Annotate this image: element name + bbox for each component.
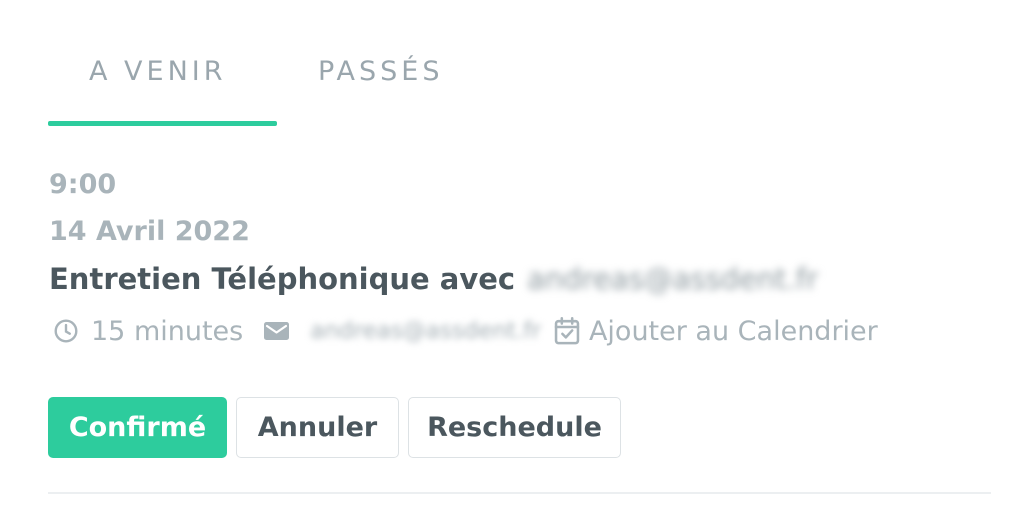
active-tab-indicator [48,121,277,126]
appointment-title-text: Entretien Téléphonique avec [49,262,516,296]
appointment-date: 14 Avril 2022 [49,216,250,247]
confirm-button[interactable]: Confirmé [48,397,227,458]
appointment-tabs: A VENIR PASSÉS [48,40,487,126]
appointment-meta: 15 minutes andreas@assdent.fr Ajouter au… [53,311,878,351]
mail-icon [263,320,290,342]
appointment-duration: 15 minutes [91,315,244,347]
tab-upcoming-label: A VENIR [89,56,227,87]
divider [48,492,991,494]
tab-upcoming[interactable]: A VENIR [48,40,277,126]
reschedule-button[interactable]: Reschedule [408,397,621,458]
add-to-calendar-link[interactable]: Ajouter au Calendrier [589,316,878,347]
appointment-email[interactable]: andreas@assdent.fr [310,318,541,344]
appointment-time: 9:00 [49,169,117,200]
clock-icon [53,318,79,344]
calendar-check-icon[interactable] [553,316,581,346]
tab-past[interactable]: PASSÉS [277,40,487,126]
appointment-title: Entretien Téléphonique avec andreas@assd… [49,262,818,296]
tab-past-label: PASSÉS [318,56,444,87]
appointment-actions: Confirmé Annuler Reschedule [48,397,630,458]
cancel-button[interactable]: Annuler [236,397,399,458]
appointment-title-email: andreas@assdent.fr [527,262,819,296]
